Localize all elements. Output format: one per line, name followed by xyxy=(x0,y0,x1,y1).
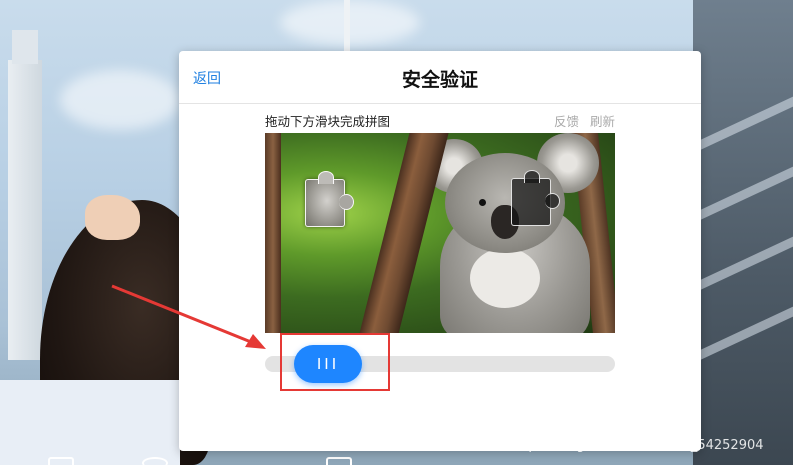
instruction-row: 拖动下方滑块完成拼图 反馈 刷新 xyxy=(265,111,615,129)
taskbar-icon xyxy=(48,457,74,465)
koala-chest xyxy=(470,248,540,308)
watermark-text: https://blog.csdn.net/weixin_54252904 xyxy=(510,438,764,453)
dialog-header: 返回 安全验证 xyxy=(179,51,701,104)
tower-structure xyxy=(8,30,42,360)
person-shirt xyxy=(0,380,180,465)
dialog-title: 安全验证 xyxy=(401,69,478,91)
instruction-text: 拖动下方滑块完成拼图 xyxy=(265,114,391,129)
highlight-box xyxy=(280,333,390,391)
taskbar-icon xyxy=(326,457,352,465)
puzzle-gap-target xyxy=(511,170,560,226)
refresh-button[interactable]: 刷新 xyxy=(590,111,615,130)
cloud xyxy=(60,70,180,130)
tree-trunk xyxy=(265,133,281,333)
puzzle-piece xyxy=(305,171,354,227)
building-right xyxy=(693,0,793,465)
tree-trunk xyxy=(357,133,453,333)
puzzle-image xyxy=(265,133,615,333)
feedback-button[interactable]: 反馈 xyxy=(554,111,579,130)
cloud xyxy=(280,0,420,45)
person-hand xyxy=(85,195,140,240)
taskbar-icon xyxy=(142,457,168,465)
security-verification-dialog: 返回 安全验证 拖动下方滑块完成拼图 反馈 刷新 III xyxy=(179,51,701,451)
koala-eye xyxy=(479,199,486,206)
